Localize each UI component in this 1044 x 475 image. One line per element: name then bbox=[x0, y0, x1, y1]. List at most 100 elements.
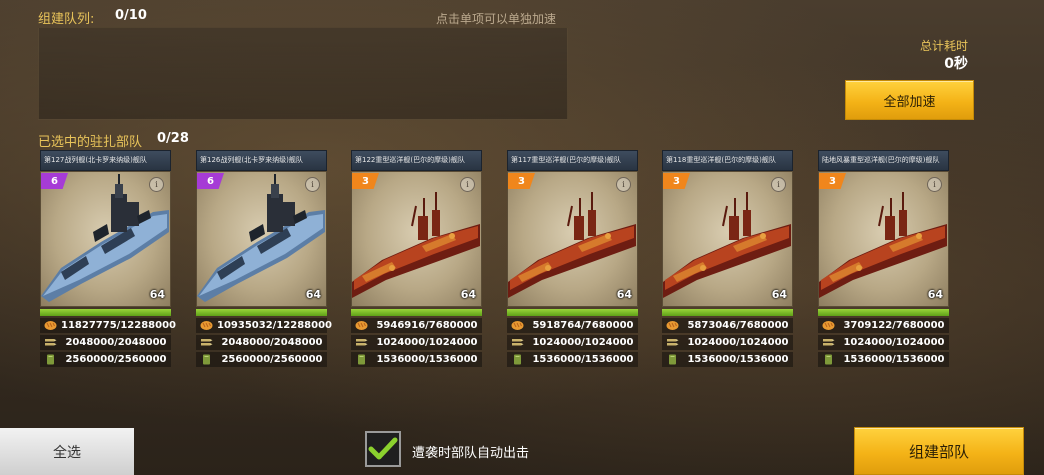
unit-name: 第117重型巡洋舰(巴尔的摩级)舰队 bbox=[507, 150, 638, 171]
queue-count: 0/10 bbox=[115, 8, 147, 23]
food-value: 5918764/7680000 bbox=[532, 320, 634, 331]
ammo-row: 1024000/1024000 bbox=[818, 335, 949, 350]
ammo-icon bbox=[822, 337, 835, 348]
fuel-icon bbox=[355, 354, 368, 365]
ammo-value: 2048000/2048000 bbox=[221, 337, 323, 348]
unit-card[interactable]: 陆地风暴重型巡洋舰(巴尔的摩级)舰队 3 i 64 3709122/768000… bbox=[818, 150, 949, 367]
health-bar bbox=[40, 309, 171, 316]
speed-all-button[interactable]: 全部加速 bbox=[845, 80, 974, 120]
fuel-icon bbox=[44, 354, 57, 365]
unit-name: 第122重型巡洋舰(巴尔的摩级)舰队 bbox=[351, 150, 482, 171]
unit-power: 64 bbox=[771, 288, 787, 301]
fuel-icon bbox=[511, 354, 524, 365]
ammo-icon bbox=[44, 337, 57, 348]
unit-image[interactable]: 6 i 64 bbox=[40, 171, 171, 307]
food-value: 5873046/7680000 bbox=[687, 320, 789, 331]
food-row: 10935032/12288000 bbox=[196, 318, 332, 333]
fuel-value: 1536000/1536000 bbox=[843, 354, 945, 365]
food-row: 5873046/7680000 bbox=[662, 318, 793, 333]
fuel-row: 1536000/1536000 bbox=[351, 352, 482, 367]
food-value: 11827775/12288000 bbox=[61, 320, 176, 331]
food-value: 5946916/7680000 bbox=[376, 320, 478, 331]
ammo-row: 1024000/1024000 bbox=[351, 335, 482, 350]
ammo-row: 2048000/2048000 bbox=[196, 335, 327, 350]
fuel-row: 1536000/1536000 bbox=[818, 352, 949, 367]
cruiser-image bbox=[508, 172, 637, 306]
bread-icon bbox=[511, 320, 524, 331]
fuel-value: 2560000/2560000 bbox=[221, 354, 323, 365]
total-time-label: 总计耗时 bbox=[919, 39, 968, 53]
info-icon[interactable]: i bbox=[927, 177, 942, 192]
food-row: 11827775/12288000 bbox=[40, 318, 176, 333]
unit-image[interactable]: 6 i 64 bbox=[196, 171, 327, 307]
build-troops-button[interactable]: 组建部队 bbox=[854, 427, 1024, 475]
ammo-row: 2048000/2048000 bbox=[40, 335, 171, 350]
selected-units-count: 0/28 bbox=[157, 131, 189, 146]
ammo-value: 1024000/1024000 bbox=[532, 337, 634, 348]
unit-name: 第127战列舰(北卡罗来纳级)舰队 bbox=[40, 150, 171, 171]
health-bar bbox=[351, 309, 482, 316]
build-queue-panel[interactable] bbox=[38, 27, 568, 120]
ammo-value: 1024000/1024000 bbox=[687, 337, 789, 348]
queue-hint: 点击单项可以单独加速 bbox=[436, 12, 557, 26]
unit-power: 64 bbox=[460, 288, 476, 301]
unit-card[interactable]: 第126战列舰(北卡罗来纳级)舰队 6 i 64 10935032/122880… bbox=[196, 150, 332, 367]
bread-icon bbox=[44, 320, 57, 331]
ammo-row: 1024000/1024000 bbox=[507, 335, 638, 350]
fuel-icon bbox=[822, 354, 835, 365]
bread-icon bbox=[666, 320, 679, 331]
unit-card[interactable]: 第118重型巡洋舰(巴尔的摩级)舰队 3 i 64 5873046/768000… bbox=[662, 150, 793, 367]
info-icon[interactable]: i bbox=[460, 177, 475, 192]
food-value: 10935032/12288000 bbox=[217, 320, 332, 331]
info-icon[interactable]: i bbox=[305, 177, 320, 192]
select-all-button[interactable]: 全选 bbox=[0, 428, 134, 475]
unit-name: 陆地风暴重型巡洋舰(巴尔的摩级)舰队 bbox=[818, 150, 949, 171]
unit-power: 64 bbox=[305, 288, 321, 301]
unit-image[interactable]: 3 i 64 bbox=[818, 171, 949, 307]
info-icon[interactable]: i bbox=[149, 177, 164, 192]
battleship-image bbox=[197, 172, 326, 306]
fuel-row: 1536000/1536000 bbox=[662, 352, 793, 367]
ammo-value: 1024000/1024000 bbox=[376, 337, 478, 348]
info-icon[interactable]: i bbox=[771, 177, 786, 192]
ammo-value: 1024000/1024000 bbox=[843, 337, 945, 348]
fuel-value: 1536000/1536000 bbox=[532, 354, 634, 365]
selected-units-title: 已选中的驻扎部队 bbox=[38, 135, 143, 150]
fuel-value: 1536000/1536000 bbox=[376, 354, 478, 365]
auto-sortie-label: 遭袭时部队自动出击 bbox=[412, 446, 530, 461]
unit-power: 64 bbox=[927, 288, 943, 301]
bread-icon bbox=[822, 320, 835, 331]
fuel-row: 1536000/1536000 bbox=[507, 352, 638, 367]
unit-image[interactable]: 3 i 64 bbox=[507, 171, 638, 307]
ammo-icon bbox=[200, 337, 213, 348]
unit-card[interactable]: 第122重型巡洋舰(巴尔的摩级)舰队 3 i 64 5946916/768000… bbox=[351, 150, 482, 367]
food-value: 3709122/7680000 bbox=[843, 320, 945, 331]
total-time-value: 0秒 bbox=[944, 56, 968, 72]
food-row: 5946916/7680000 bbox=[351, 318, 482, 333]
ammo-icon bbox=[511, 337, 524, 348]
cruiser-image bbox=[663, 172, 792, 306]
auto-sortie-checkbox[interactable] bbox=[365, 431, 401, 467]
unit-name: 第126战列舰(北卡罗来纳级)舰队 bbox=[196, 150, 327, 171]
fuel-row: 2560000/2560000 bbox=[196, 352, 327, 367]
unit-card[interactable]: 第127战列舰(北卡罗来纳级)舰队 6 i 64 11827775/122880… bbox=[40, 150, 176, 367]
info-icon[interactable]: i bbox=[616, 177, 631, 192]
unit-image[interactable]: 3 i 64 bbox=[351, 171, 482, 307]
fuel-row: 2560000/2560000 bbox=[40, 352, 171, 367]
fuel-icon bbox=[666, 354, 679, 365]
unit-image[interactable]: 3 i 64 bbox=[662, 171, 793, 307]
unit-name: 第118重型巡洋舰(巴尔的摩级)舰队 bbox=[662, 150, 793, 171]
health-bar bbox=[507, 309, 638, 316]
ammo-row: 1024000/1024000 bbox=[662, 335, 793, 350]
food-row: 3709122/7680000 bbox=[818, 318, 949, 333]
queue-title: 组建队列: bbox=[38, 12, 95, 27]
health-bar bbox=[818, 309, 949, 316]
fuel-value: 1536000/1536000 bbox=[687, 354, 789, 365]
unit-card[interactable]: 第117重型巡洋舰(巴尔的摩级)舰队 3 i 64 5918764/768000… bbox=[507, 150, 638, 367]
unit-power: 64 bbox=[616, 288, 632, 301]
health-bar bbox=[662, 309, 793, 316]
food-row: 5918764/7680000 bbox=[507, 318, 638, 333]
unit-power: 64 bbox=[149, 288, 165, 301]
cruiser-image bbox=[819, 172, 948, 306]
bread-icon bbox=[355, 320, 368, 331]
